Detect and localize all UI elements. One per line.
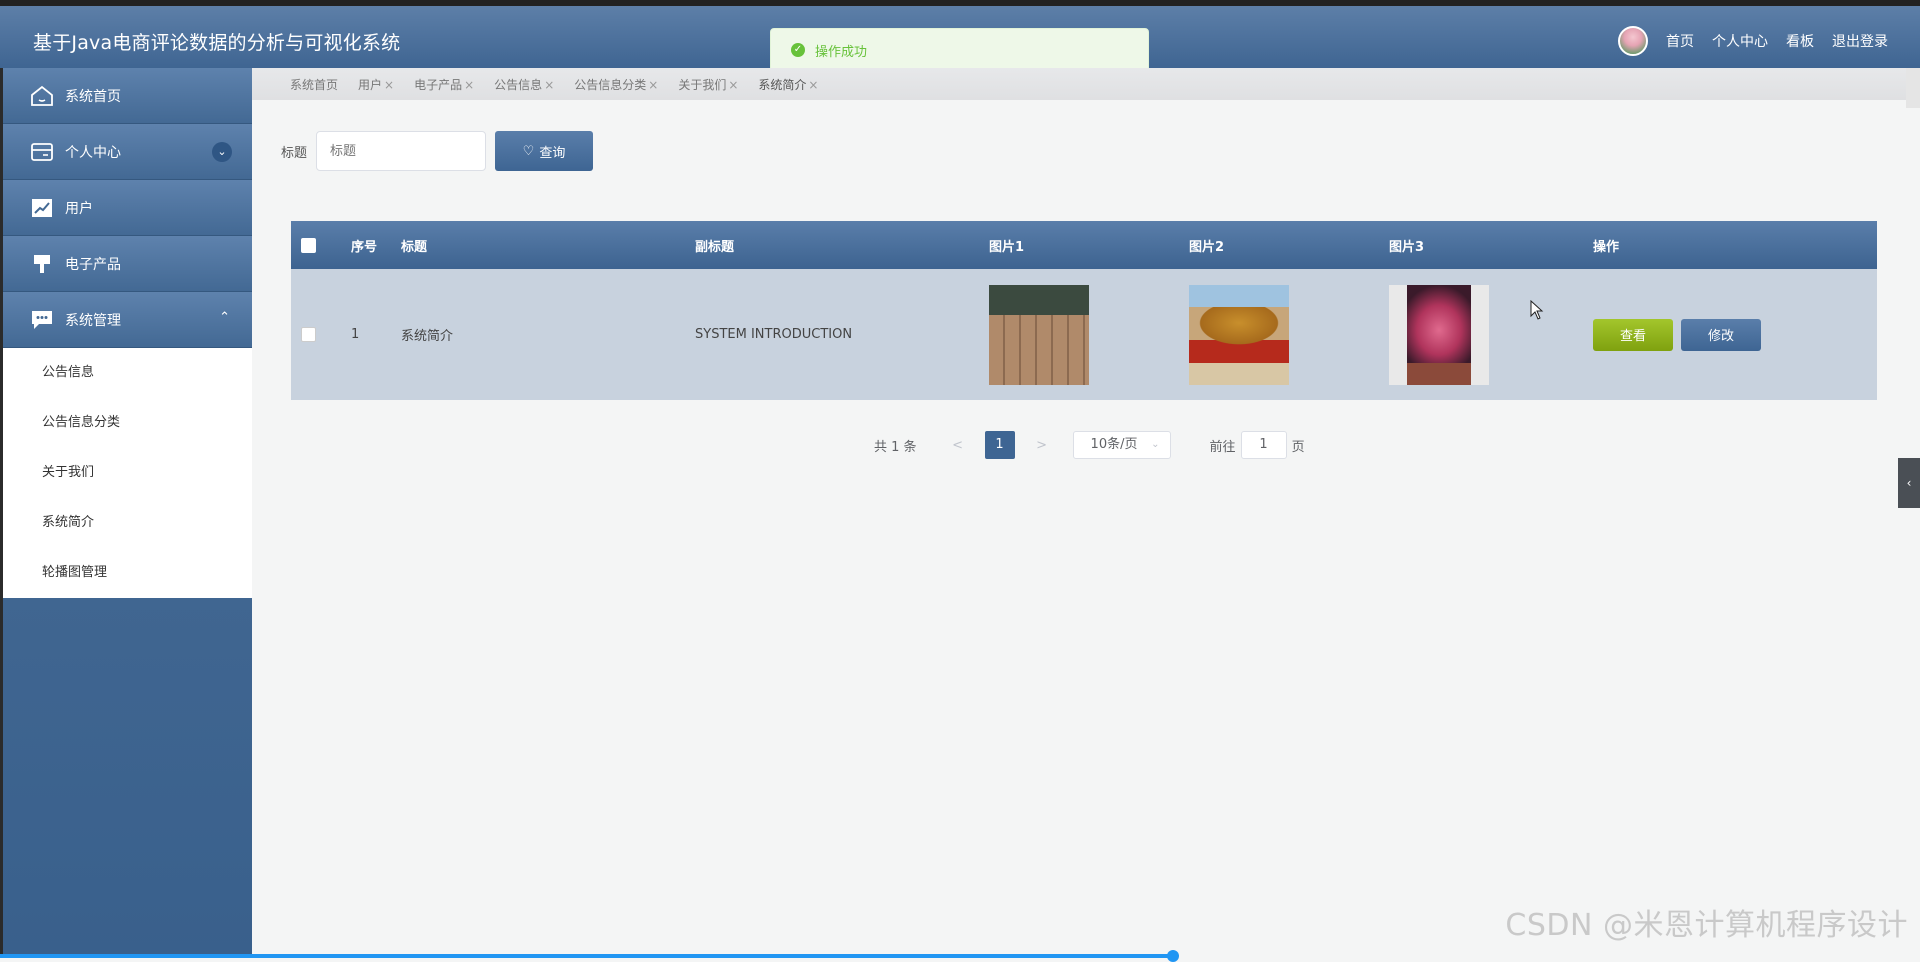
- table-header: 序号 标题 副标题 图片1 图片2 图片3 操作: [291, 221, 1877, 269]
- heart-icon: ♡: [522, 143, 535, 159]
- column-header: 图片3: [1389, 239, 1425, 255]
- sidebar-item-electronics[interactable]: 电子产品: [3, 236, 252, 292]
- row-title: 系统简介: [401, 329, 454, 344]
- search-button-label: 查询: [539, 145, 566, 161]
- mouse-cursor-icon: [1530, 300, 1544, 320]
- close-icon[interactable]: ×: [384, 78, 394, 92]
- title-search-input[interactable]: [316, 131, 487, 171]
- search-button[interactable]: ♡ 查询: [495, 131, 594, 171]
- page-button[interactable]: 1: [984, 431, 1015, 459]
- sidebar-item-system[interactable]: 系统管理 ⌃: [3, 292, 252, 348]
- classroom-image: [989, 284, 1089, 385]
- total-count: 共 1 条: [874, 439, 917, 455]
- painting-image: [1389, 284, 1489, 385]
- tab-label: 公告信息: [494, 77, 543, 92]
- check-circle-icon: ✓: [791, 43, 805, 57]
- sidebar-item-profile[interactable]: 个人中心 ⌄: [3, 124, 252, 180]
- home-icon: [29, 85, 55, 107]
- tab-users[interactable]: 用户 ×: [358, 76, 394, 93]
- submenu-item-carousel[interactable]: 轮播图管理: [3, 548, 252, 598]
- chart-line-icon: [29, 197, 55, 219]
- close-icon[interactable]: ×: [728, 78, 738, 92]
- column-header: 操作: [1593, 239, 1620, 255]
- tab-announcement-categories[interactable]: 公告信息分类 ×: [574, 76, 658, 93]
- nav-home-link[interactable]: 首页: [1666, 31, 1694, 51]
- column-header: 图片1: [989, 239, 1025, 255]
- nav-profile-link[interactable]: 个人中心: [1712, 31, 1768, 51]
- close-icon[interactable]: ×: [464, 78, 474, 92]
- column-header: 标题: [401, 239, 428, 255]
- tab-electronics[interactable]: 电子产品 ×: [414, 76, 474, 93]
- goto-page-input[interactable]: 1: [1240, 431, 1287, 459]
- close-icon[interactable]: ×: [544, 78, 554, 92]
- card-icon: [29, 141, 55, 163]
- tab-home[interactable]: 系统首页: [290, 76, 338, 93]
- tab-intro[interactable]: 系统简介 ×: [758, 76, 818, 93]
- submenu-item-intro[interactable]: 系统简介: [3, 498, 252, 548]
- tab-label: 电子产品: [414, 77, 463, 92]
- view-button[interactable]: 查看: [1593, 318, 1673, 351]
- avatar[interactable]: [1618, 26, 1648, 56]
- chevron-down-icon[interactable]: ⌄: [212, 142, 232, 162]
- progress-bar: [0, 954, 1175, 958]
- column-header: 副标题: [695, 239, 735, 255]
- sidebar: 系统首页 个人中心 ⌄ 用户 电子产品 系统管理 ⌃ 公告信息 公告信息分类 关…: [0, 68, 252, 958]
- sidebar-item-label: 系统管理: [65, 312, 121, 329]
- app-title: 基于Java电商评论数据的分析与可视化系统: [33, 32, 401, 54]
- close-icon[interactable]: ×: [808, 78, 818, 92]
- data-table: 序号 标题 副标题 图片1 图片2 图片3 操作 1 系统简介 SYSTEM I…: [291, 221, 1877, 400]
- scrollbar[interactable]: [1906, 68, 1920, 108]
- edit-button[interactable]: 修改: [1681, 318, 1761, 351]
- chevron-up-icon[interactable]: ⌃: [219, 310, 230, 325]
- submenu-item-announcements[interactable]: 公告信息: [3, 348, 252, 398]
- column-header: 图片2: [1189, 239, 1225, 255]
- tab-label: 系统首页: [290, 77, 339, 92]
- search-form: 标题 ♡ 查询: [281, 131, 594, 171]
- sidebar-item-users[interactable]: 用户: [3, 180, 252, 236]
- search-label: 标题: [281, 145, 308, 161]
- tab-about[interactable]: 关于我们 ×: [678, 76, 738, 93]
- nav-board-link[interactable]: 看板: [1786, 31, 1814, 51]
- chevron-left-icon[interactable]: ‹: [1898, 458, 1920, 508]
- submenu: 公告信息 公告信息分类 关于我们 系统简介 轮播图管理: [3, 348, 252, 598]
- sidebar-item-label: 用户: [65, 200, 93, 217]
- watermark: CSDN @米恩计算机程序设计: [1505, 908, 1908, 943]
- tab-label: 用户: [358, 77, 383, 92]
- tab-label: 关于我们: [678, 77, 727, 92]
- submenu-item-announcement-categories[interactable]: 公告信息分类: [3, 398, 252, 448]
- page-size-select[interactable]: 10条/页 ⌄: [1072, 431, 1171, 459]
- progress-handle[interactable]: [1167, 950, 1179, 962]
- row-subtitle: SYSTEM INTRODUCTION: [695, 327, 853, 342]
- next-page-icon[interactable]: >: [1027, 438, 1057, 453]
- top-nav: 首页 个人中心 看板 退出登录: [1618, 26, 1888, 56]
- tab-announcements[interactable]: 公告信息 ×: [494, 76, 554, 93]
- select-all-checkbox[interactable]: [301, 237, 316, 253]
- chevron-down-icon: ⌄: [1151, 439, 1160, 450]
- sidebar-item-label: 系统首页: [65, 88, 121, 105]
- page-size-value: 10条/页: [1090, 437, 1138, 452]
- sidebar-item-label: 个人中心: [65, 144, 121, 161]
- chat-icon: [29, 309, 55, 331]
- toast-message: 操作成功: [815, 44, 868, 60]
- success-toast: ✓ 操作成功: [770, 28, 1149, 72]
- nav-logout-link[interactable]: 退出登录: [1832, 31, 1888, 51]
- prev-page-icon[interactable]: <: [943, 438, 973, 453]
- tab-label: 系统简介: [758, 77, 807, 92]
- pagination: 共 1 条 < 1 > 10条/页 ⌄ 前往 1 页: [874, 431, 1305, 459]
- brush-icon: [29, 253, 55, 275]
- sidebar-item-home[interactable]: 系统首页: [3, 68, 252, 124]
- palace-image: [1189, 284, 1289, 385]
- tab-bar: 系统首页 用户 × 电子产品 × 公告信息 × 公告信息分类 × 关于我们 × 系统简介 ×: [252, 68, 1920, 100]
- goto-label: 前往: [1209, 439, 1236, 455]
- tab-label: 公告信息分类: [574, 77, 647, 92]
- row-index: 1: [351, 327, 360, 342]
- sidebar-item-label: 电子产品: [65, 256, 121, 273]
- close-icon[interactable]: ×: [648, 78, 658, 92]
- page-suffix: 页: [1291, 439, 1305, 455]
- table-row: 1 系统简介 SYSTEM INTRODUCTION 查看 修改: [291, 269, 1877, 400]
- submenu-item-about[interactable]: 关于我们: [3, 448, 252, 498]
- row-checkbox[interactable]: [301, 327, 316, 342]
- column-header: 序号: [351, 239, 378, 255]
